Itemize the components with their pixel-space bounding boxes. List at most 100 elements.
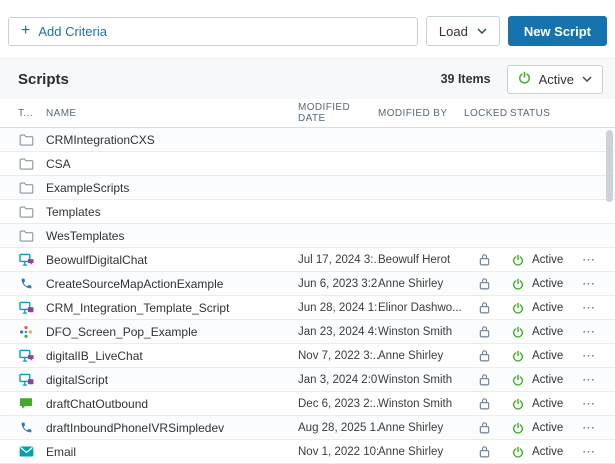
script-name: CRM_Integration_Template_Script <box>46 301 298 315</box>
status-label: Active <box>532 326 563 338</box>
folder-icon <box>18 229 34 242</box>
status-label: Active <box>532 302 563 314</box>
scripts-page: + Add Criteria Load New Script Scripts 3… <box>0 0 615 464</box>
active-status-icon <box>510 446 526 458</box>
status-label: Active <box>532 398 563 410</box>
script-name: draftInboundPhoneIVRSimpledev <box>46 421 298 435</box>
more-options-button[interactable]: ⋯ <box>582 444 596 459</box>
modified-by: Winston Smith <box>378 326 464 338</box>
new-script-button[interactable]: New Script <box>508 16 607 46</box>
digital-dots-icon <box>18 325 34 339</box>
active-status-icon <box>510 374 526 386</box>
modified-by: Anne Shirley <box>378 350 464 362</box>
plus-icon: + <box>21 23 30 39</box>
status-label: Active <box>532 278 563 290</box>
more-options-button[interactable]: ⋯ <box>582 276 596 291</box>
status-label: Active <box>532 422 563 434</box>
lock-icon <box>476 445 492 458</box>
column-header-modified-by[interactable]: MODIFIED BY <box>378 108 464 119</box>
vertical-scrollbar[interactable] <box>606 130 613 454</box>
column-header-status[interactable]: STATUS <box>510 108 572 119</box>
more-options-button[interactable]: ⋯ <box>582 252 596 267</box>
modified-date: Jun 28, 2024 1:... <box>298 302 378 314</box>
modified-by: Beowulf Herot <box>378 254 464 266</box>
table-row[interactable]: Templates ⋯ <box>0 200 615 224</box>
table-row[interactable]: BeowulfDigitalChat Jul 17, 2024 3:... Be… <box>0 248 615 272</box>
active-status-icon <box>510 398 526 410</box>
table-row[interactable]: DFO_Screen_Pop_Example Jan 23, 2024 4:..… <box>0 320 615 344</box>
load-button[interactable]: Load <box>426 16 500 46</box>
table-row[interactable]: CRMIntegrationCXS ⋯ <box>0 128 615 152</box>
status-label: Active <box>532 254 563 266</box>
active-status-icon <box>510 350 526 362</box>
items-count: 39 Items <box>441 72 491 86</box>
table-row[interactable]: CreateSourceMapActionExample Jun 6, 2023… <box>0 272 615 296</box>
list-header: Scripts 39 Items Active <box>0 58 615 99</box>
status-filter-dropdown[interactable]: Active <box>507 65 603 94</box>
digital-chat-icon <box>18 253 34 267</box>
table-row[interactable]: draftChatOutbound Dec 6, 2023 2:... Wins… <box>0 392 615 416</box>
script-name: CSA <box>46 157 298 171</box>
modified-date: Jan 23, 2024 4:... <box>298 326 378 338</box>
column-header-modified-date[interactable]: MODIFIED DATE <box>298 102 378 124</box>
more-options-button[interactable]: ⋯ <box>582 348 596 363</box>
script-name: CreateSourceMapActionExample <box>46 277 298 291</box>
active-status-icon <box>510 254 526 266</box>
more-options-button[interactable]: ⋯ <box>582 300 596 315</box>
table-row[interactable]: ExampleScripts ⋯ <box>0 176 615 200</box>
add-criteria-label: Add Criteria <box>38 24 107 39</box>
modified-date: Jun 6, 2023 3:2... <box>298 278 378 290</box>
active-status-icon <box>510 302 526 314</box>
phone-icon <box>18 421 34 434</box>
modified-by: Winston Smith <box>378 374 464 386</box>
modified-date: Nov 1, 2022 10:... <box>298 446 378 458</box>
power-icon <box>518 71 531 87</box>
digital-script-icon <box>18 373 34 387</box>
folder-icon <box>18 133 34 146</box>
chevron-down-icon <box>582 76 592 82</box>
scrollbar-thumb[interactable] <box>606 130 613 202</box>
modified-date: Nov 7, 2022 3:... <box>298 350 378 362</box>
status-label: Active <box>532 374 563 386</box>
folder-icon <box>18 157 34 170</box>
column-header-name[interactable]: NAME <box>46 108 298 119</box>
script-name: WesTemplates <box>46 229 298 243</box>
toolbar: + Add Criteria Load New Script <box>0 0 615 58</box>
lock-icon <box>476 397 492 410</box>
digital-chat-icon <box>18 349 34 363</box>
chevron-down-icon <box>477 28 487 34</box>
lock-icon <box>476 373 492 386</box>
load-label: Load <box>439 24 468 39</box>
lock-icon <box>476 421 492 434</box>
script-name: DFO_Screen_Pop_Example <box>46 325 298 339</box>
more-options-button[interactable]: ⋯ <box>582 396 596 411</box>
lock-icon <box>476 277 492 290</box>
modified-date: Jul 17, 2024 3:... <box>298 254 378 266</box>
more-options-button[interactable]: ⋯ <box>582 324 596 339</box>
script-name: CRMIntegrationCXS <box>46 133 298 147</box>
scripts-table-body: CRMIntegrationCXS ⋯ CSA ⋯ ExampleScripts <box>0 128 615 464</box>
script-name: Email <box>46 445 298 459</box>
table-row[interactable]: digitalIB_LiveChat Nov 7, 2022 3:... Ann… <box>0 344 615 368</box>
table-row[interactable]: draftInboundPhoneIVRSimpledev Aug 28, 20… <box>0 416 615 440</box>
column-header-type[interactable]: T... <box>18 108 46 119</box>
add-criteria-button[interactable]: + Add Criteria <box>8 17 418 46</box>
column-header-locked[interactable]: LOCKED <box>464 108 510 119</box>
more-options-button[interactable]: ⋯ <box>582 420 596 435</box>
lock-icon <box>476 301 492 314</box>
lock-icon <box>476 349 492 362</box>
status-filter-label: Active <box>539 72 574 87</box>
modified-date: Jan 3, 2024 2:0... <box>298 374 378 386</box>
table-row[interactable]: Email Nov 1, 2022 10:... Anne Shirley Ac… <box>0 440 615 464</box>
modified-by: Anne Shirley <box>378 278 464 290</box>
table-row[interactable]: CSA ⋯ <box>0 152 615 176</box>
more-options-button[interactable]: ⋯ <box>582 372 596 387</box>
status-label: Active <box>532 446 563 458</box>
modified-by: Elinor Dashwo... <box>378 302 464 314</box>
table-row[interactable]: CRM_Integration_Template_Script Jun 28, … <box>0 296 615 320</box>
script-name: digitalScript <box>46 373 298 387</box>
table-row[interactable]: digitalScript Jan 3, 2024 2:0... Winston… <box>0 368 615 392</box>
status-label: Active <box>532 350 563 362</box>
script-name: Templates <box>46 205 298 219</box>
table-row[interactable]: WesTemplates ⋯ <box>0 224 615 248</box>
